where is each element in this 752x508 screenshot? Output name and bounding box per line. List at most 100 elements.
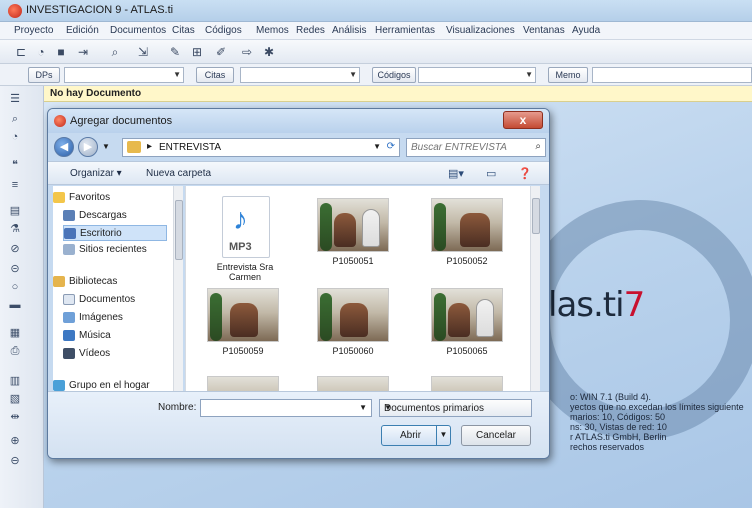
codes-manager-button[interactable]: Códigos <box>372 67 416 83</box>
text-icon[interactable]: ≡ <box>8 178 22 192</box>
new-folder-button[interactable]: Nueva carpeta <box>146 168 211 179</box>
filter-icon[interactable]: ⚗ <box>8 222 22 236</box>
arrow-right-icon: ▶ <box>83 141 93 153</box>
file-item-photo[interactable]: P1050059 <box>198 288 288 386</box>
search-field[interactable]: ⌕ <box>406 138 546 157</box>
file-type-select[interactable]: Documentos primarios ▼ <box>379 399 532 417</box>
menu-citas[interactable]: Citas <box>172 25 195 36</box>
file-item-mp3[interactable]: ♪ MP3 Entrevista Sra Carmen <box>200 196 290 294</box>
nav-item-descargas[interactable]: Descargas <box>63 208 181 224</box>
save-icon[interactable]: ■ <box>54 45 68 59</box>
print-icon[interactable]: ⎙ <box>8 344 22 358</box>
close-button[interactable]: x <box>503 111 543 129</box>
preview-pane-icon[interactable]: ▭ <box>486 167 496 180</box>
scroll-thumb[interactable] <box>175 200 183 260</box>
quotes-manager-button[interactable]: Citas <box>196 67 234 83</box>
scroll-thumb[interactable] <box>532 198 540 234</box>
nav-item-videos[interactable]: Vídeos <box>63 346 181 362</box>
code-icon[interactable]: ✎ <box>168 45 182 59</box>
memo-selector[interactable] <box>592 67 752 83</box>
chevron-down-icon[interactable]: ▼ <box>373 142 381 151</box>
menu-codigos[interactable]: Códigos <box>205 25 242 36</box>
filename-field[interactable]: ▼ <box>200 399 372 417</box>
address-bar[interactable]: ▸ ENTREVISTA ▼ ⟳ <box>122 138 400 157</box>
manager-selector-bar: DPs ▼ Citas ▼ Códigos ▼ Memo <box>0 64 752 86</box>
cancel-button[interactable]: Cancelar <box>461 425 531 446</box>
import-icon[interactable]: ⇲ <box>136 45 150 59</box>
chevron-right-icon[interactable]: ▸ <box>147 141 152 152</box>
breadcrumb-entrevista[interactable]: ENTREVISTA <box>159 142 221 153</box>
file-item-photo[interactable]: P1050052 <box>422 198 512 296</box>
nav-item-sitios-recientes[interactable]: Sitios recientes <box>63 242 181 258</box>
memo-manager-button[interactable]: Memo <box>548 67 588 83</box>
recent-locations-icon[interactable]: ▼ <box>102 142 110 151</box>
memo-icon[interactable]: ▬ <box>8 298 22 312</box>
nav-item-documentos[interactable]: Documentos <box>63 292 181 308</box>
menu-ventanas[interactable]: Ventanas <box>523 25 565 36</box>
menu-documentos[interactable]: Documentos <box>110 25 166 36</box>
doc-icon[interactable]: ▧ <box>8 392 22 406</box>
nav-item-label: Grupo en el hogar <box>69 380 150 391</box>
organize-button[interactable]: Organizar ▾ <box>70 168 122 179</box>
chevron-down-icon[interactable]: ▼ <box>359 403 367 412</box>
menu-visualizaciones[interactable]: Visualizaciones <box>446 25 515 36</box>
person-shape <box>230 303 258 337</box>
menu-redes[interactable]: Redes <box>296 25 325 36</box>
zoom-icon[interactable]: ⌕ <box>8 112 22 126</box>
arrow-icon[interactable]: ⇨ <box>240 45 254 59</box>
zoom-out-icon[interactable]: ⊖ <box>8 454 22 468</box>
new-doc-icon[interactable]: ⊏ <box>14 45 28 59</box>
menu-memos[interactable]: Memos <box>256 25 289 36</box>
dialog-title-bar: Agregar documentos x <box>48 109 549 133</box>
nav-item-musica[interactable]: Música <box>63 328 181 344</box>
search-binoculars-icon[interactable]: ⌕ <box>108 45 122 59</box>
layout-icon[interactable]: ▥ <box>8 374 22 388</box>
file-item-photo[interactable]: P1050060 <box>308 288 398 386</box>
info-line: rechos reservados <box>570 442 645 452</box>
nav-item-favoritos[interactable]: Favoritos <box>53 190 171 206</box>
quotes-selector[interactable]: ▼ <box>240 67 360 83</box>
circle-icon[interactable]: ○ <box>8 280 22 294</box>
code-icon[interactable]: ▤ <box>8 204 22 218</box>
forward-button[interactable]: ▶ <box>78 137 98 157</box>
margin-icon[interactable]: ▦ <box>8 326 22 340</box>
docs-selector[interactable]: ▼ <box>64 67 184 83</box>
file-item-photo[interactable] <box>422 376 512 391</box>
zoom-in-icon[interactable]: ⊕ <box>8 434 22 448</box>
back-button[interactable]: ◀ <box>54 137 74 157</box>
menu-herramientas[interactable]: Herramientas <box>375 25 435 36</box>
menu-proyecto[interactable]: Proyecto <box>14 25 53 36</box>
file-item-photo[interactable] <box>308 376 398 391</box>
nav-scrollbar[interactable] <box>173 186 183 391</box>
quote-icon[interactable]: ❝ <box>8 158 22 172</box>
menu-analisis[interactable]: Análisis <box>332 25 366 36</box>
nav-item-bibliotecas[interactable]: Bibliotecas <box>53 274 171 290</box>
file-item-photo[interactable]: P1050065 <box>422 288 512 386</box>
network-icon[interactable]: ⊞ <box>190 45 204 59</box>
docs-manager-button[interactable]: DPs <box>28 67 60 83</box>
open-button[interactable]: Abrir ▼ <box>381 425 451 446</box>
list-icon[interactable]: ☰ <box>8 92 22 106</box>
add-icon[interactable]: ⇥ <box>76 45 90 59</box>
comment-icon[interactable]: ◔ <box>8 130 22 144</box>
search-icon: ⌕ <box>535 141 541 152</box>
settings-icon[interactable]: ✱ <box>262 45 276 59</box>
comment-icon[interactable]: ◔ <box>34 45 48 59</box>
open-options-dropdown[interactable]: ▼ <box>436 426 450 445</box>
menu-edicion[interactable]: Edición <box>66 25 99 36</box>
split-icon[interactable]: ⇹ <box>8 410 22 424</box>
codes-selector[interactable]: ▼ <box>418 67 536 83</box>
nav-item-imagenes[interactable]: Imágenes <box>63 310 181 326</box>
file-item-photo[interactable] <box>198 376 288 391</box>
menu-ayuda[interactable]: Ayuda <box>572 25 600 36</box>
view-options-icon[interactable]: ▤▾ <box>448 167 464 180</box>
pencil-icon[interactable]: ✐ <box>214 45 228 59</box>
refresh-icon[interactable]: ⟳ <box>387 141 395 152</box>
toggle-icon[interactable]: ⊝ <box>8 262 22 276</box>
nav-item-escritorio[interactable]: Escritorio <box>63 225 167 241</box>
help-icon[interactable]: ❓ <box>518 167 532 180</box>
search-input[interactable] <box>411 140 521 155</box>
link-icon[interactable]: ⊘ <box>8 242 22 256</box>
files-scrollbar[interactable] <box>530 186 540 391</box>
file-item-photo[interactable]: P1050051 <box>308 198 398 296</box>
